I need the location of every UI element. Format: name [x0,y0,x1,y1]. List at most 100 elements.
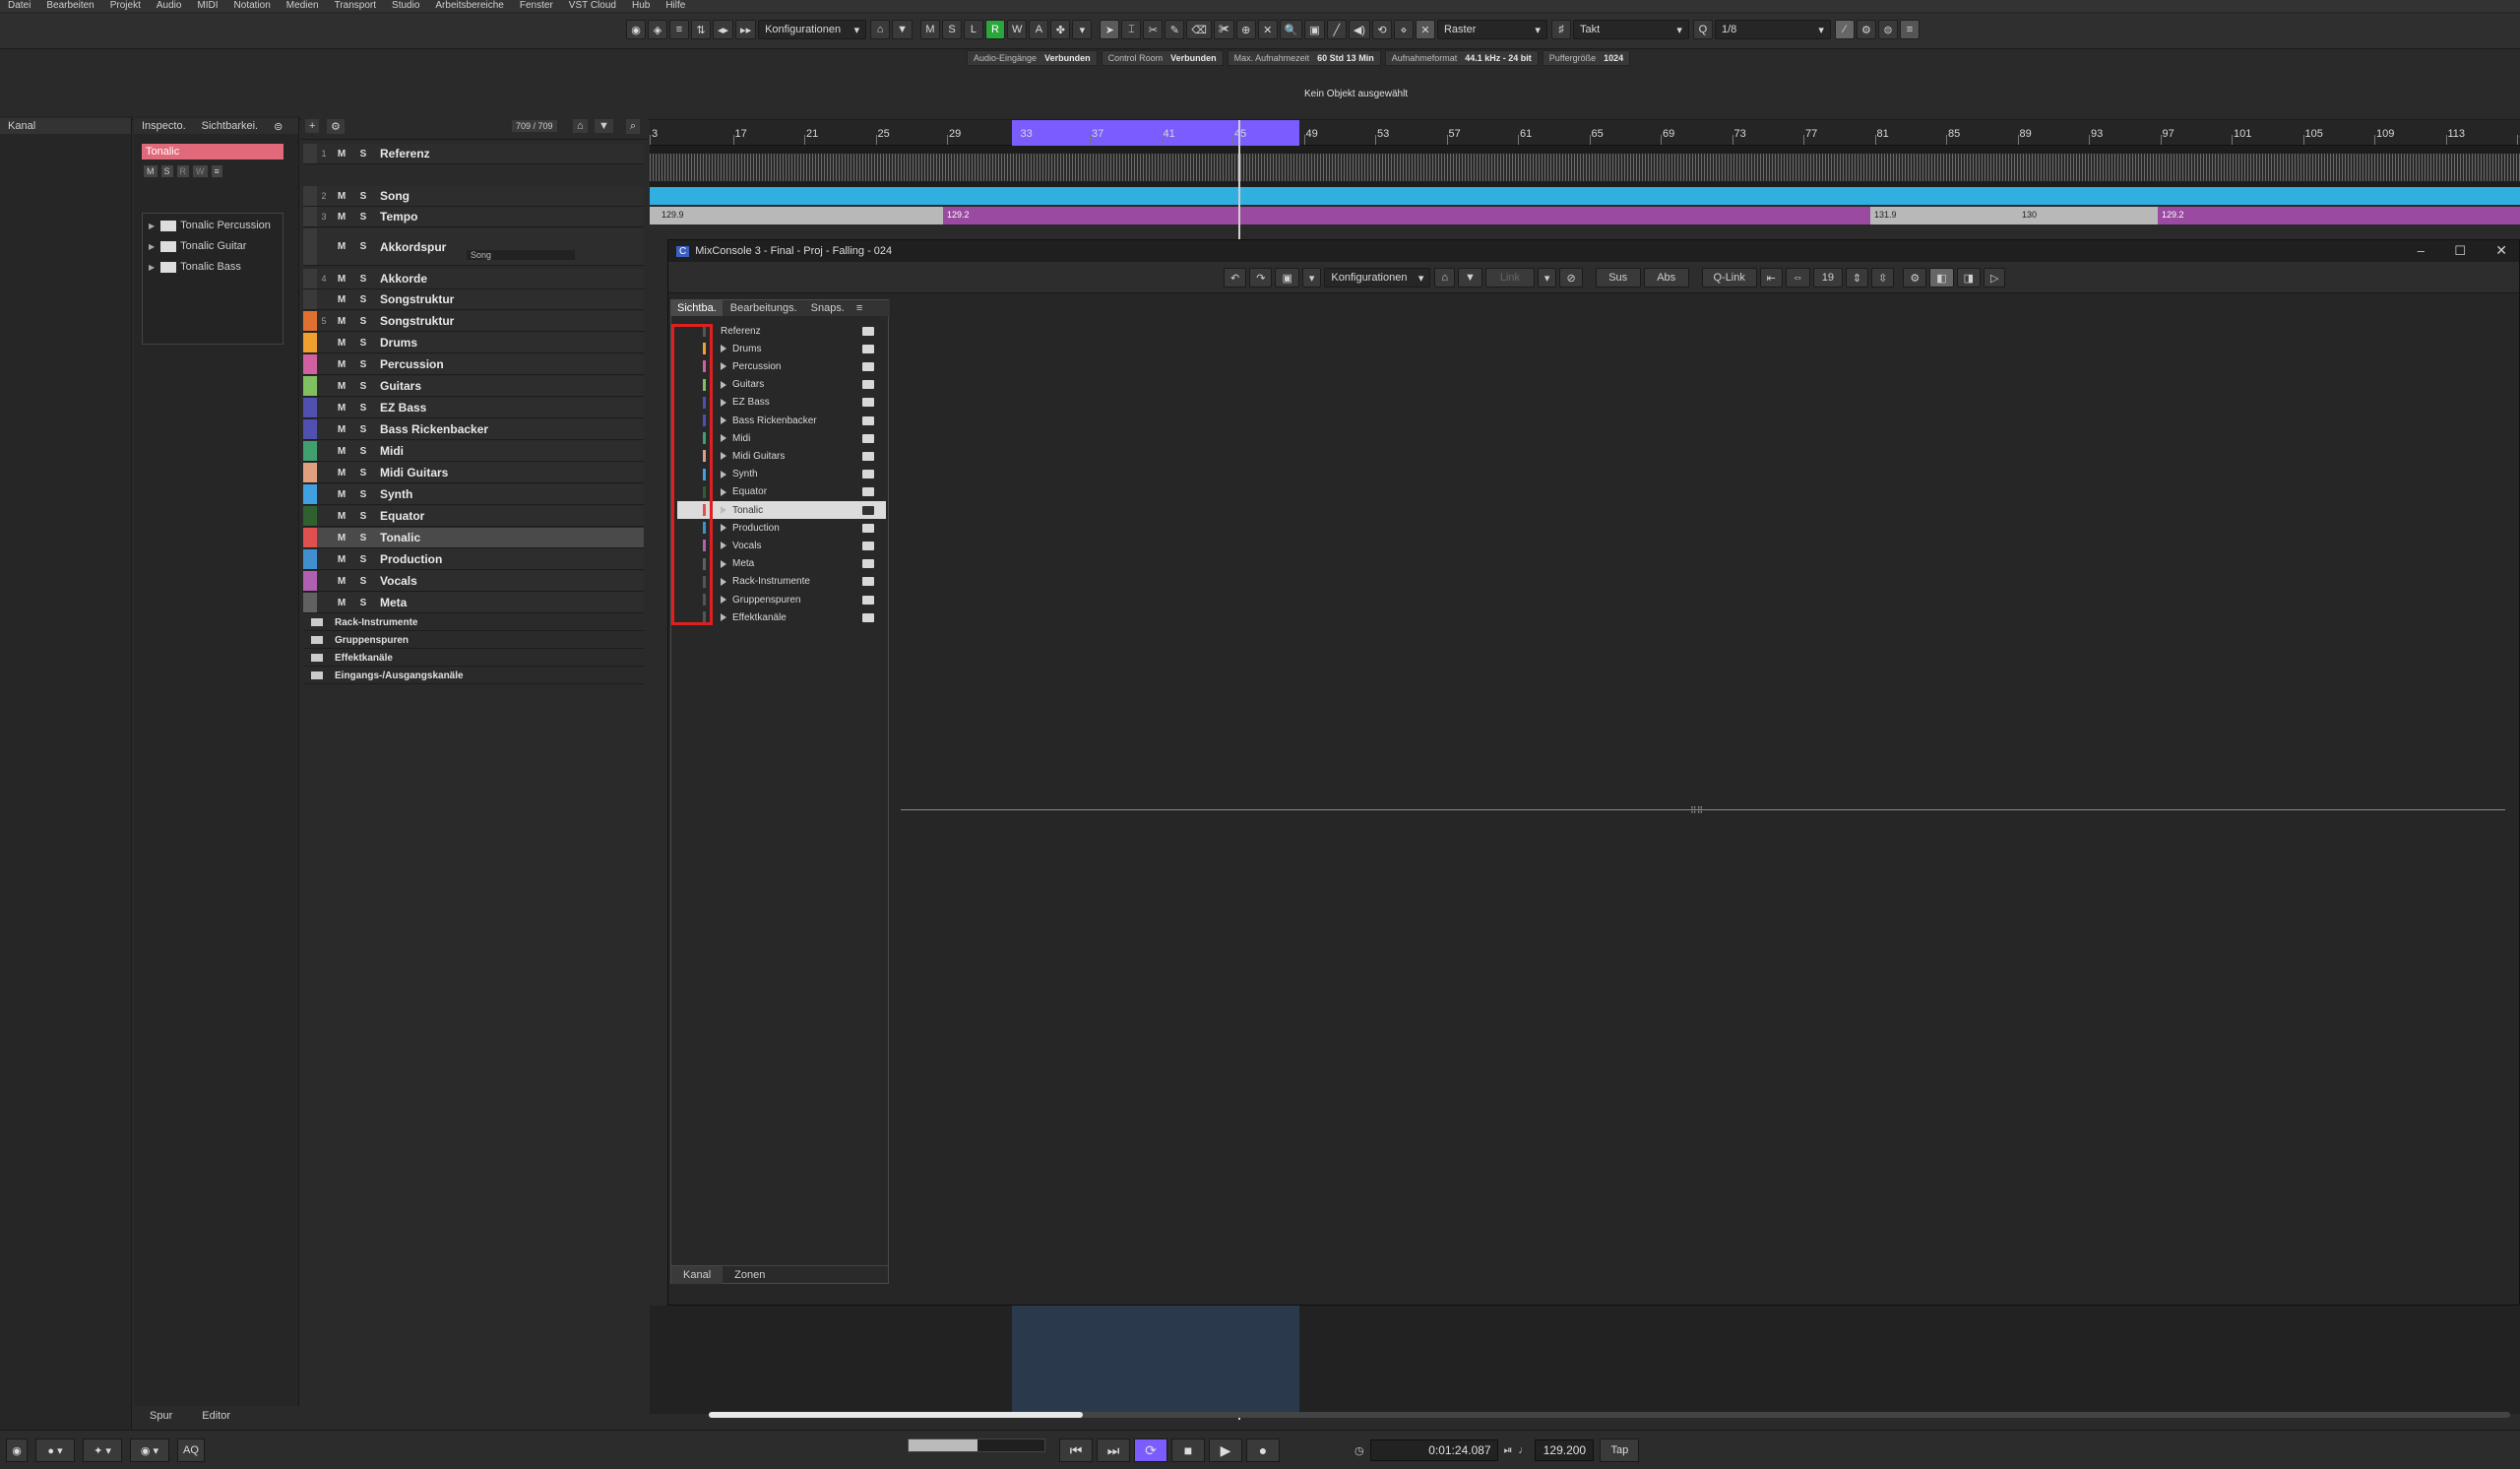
folder-icon[interactable] [862,398,874,408]
expand-triangle-icon[interactable] [721,470,726,479]
track-mute-button[interactable]: M [331,446,352,457]
track-name[interactable]: EZ Bass [380,401,426,415]
channel-width-icon[interactable]: ⇔ [1785,268,1810,287]
folder-icon[interactable] [862,433,874,443]
mixconsole-configurations-dropdown[interactable]: Konfigurationen ▾ [1324,268,1431,287]
abs-button[interactable]: Abs [1643,268,1689,287]
folder-icon[interactable] [862,541,874,550]
visibility-item[interactable]: EZ Bass [677,394,886,412]
visibility-item[interactable]: Effektkanäle [677,608,886,626]
track-name[interactable]: Meta [380,596,407,609]
track-solo-button[interactable]: S [352,511,374,522]
track-name[interactable]: Vocals [380,574,417,588]
autoscroll-icon[interactable]: ⇅ [691,20,711,39]
tab-kanal[interactable]: Kanal [671,1265,724,1284]
warp-tool-icon[interactable]: ⟲ [1371,20,1392,39]
chord-track-source[interactable]: Song [467,250,575,260]
track-mute-button[interactable]: M [331,274,352,285]
line-tool-icon[interactable]: ╱ [1326,20,1347,39]
track-name[interactable]: Percussion [380,357,444,371]
expand-triangle-icon[interactable] [721,613,726,622]
snapshot-dropdown-icon[interactable]: ▾ [1301,268,1322,287]
quantize-dropdown[interactable]: 1/8 ▾ [1714,20,1831,39]
inspector-menu-icon[interactable]: ⊜ [266,120,290,133]
folder-icon[interactable] [862,505,874,515]
tempo-lane[interactable]: 129.9 129.2 131.9 130 129.2 [650,207,2520,224]
constrain-delay-button[interactable]: ◈ [648,20,667,39]
track-mute-button[interactable]: M [331,294,352,305]
track-name[interactable]: Synth [380,487,412,501]
folder-icon[interactable] [862,577,874,587]
track-row[interactable]: M S Bass Rickenbacker [303,419,644,440]
track-solo-button[interactable]: S [352,191,374,202]
visibility-item[interactable]: Synth [677,466,886,483]
quantize-apply-icon[interactable]: ⚙ [1856,20,1876,39]
track-name[interactable]: Equator [380,509,424,523]
record-mode-icon[interactable]: ● ▾ [35,1438,75,1462]
track-name[interactable]: Gruppenspuren [335,635,409,646]
track-row[interactable]: M S Midi [303,441,644,462]
metronome-icon[interactable]: ♩ [1518,1444,1529,1456]
toolbar-solo-button[interactable]: S [941,20,962,39]
sus-button[interactable]: Sus [1595,268,1641,287]
inspector-folder-item[interactable]: ▶ Tonalic Percussion [149,220,283,231]
toolbar-write-automation-button[interactable]: W [1006,20,1028,39]
menu-midi[interactable]: MIDI [197,0,218,12]
track-row[interactable]: M S Percussion [303,354,644,375]
menu-arbeitsbereiche[interactable]: Arbeitsbereiche [435,0,503,12]
tab-visibility[interactable]: Sichtba. [671,300,723,316]
raster-dropdown[interactable]: Raster ▾ [1436,20,1547,39]
visibility-item[interactable]: Bass Rickenbacker [677,412,886,429]
rack-height-icon[interactable]: ⇕ [1845,268,1869,287]
track-row[interactable]: M S Guitars [303,376,644,397]
quantize-settings-icon[interactable]: ⊜ [1877,20,1898,39]
tab-visibility[interactable]: Sichtbarkei. [194,120,266,132]
track-name[interactable]: Guitars [380,379,421,393]
menu-vst-cloud[interactable]: VST Cloud [569,0,616,12]
track-solo-button[interactable]: S [352,554,374,565]
track-name[interactable]: Tonalic [380,531,420,544]
track-row[interactable]: M S Production [303,549,644,570]
left-zone-toggle-icon[interactable]: ◧ [1929,268,1954,287]
timeline-ruler[interactable]: 3 17 21 25 29 33 37 41 45 49 53 57 61 65 69 73 77 81 85 89 9… [650,120,2520,146]
track-row[interactable]: M S Akkordspur Song [303,228,644,266]
track-mute-button[interactable]: M [331,424,352,435]
channel-type-filter-icon[interactable]: ⌂ [1434,268,1456,287]
qlink-button[interactable]: Q-Link [1701,268,1757,287]
left-zone-menu-icon[interactable]: ≡ [850,302,868,314]
track-solo-button[interactable]: S [352,316,374,327]
track-row[interactable]: M S Vocals [303,571,644,592]
inspector-folder-item[interactable]: ▶ Tonalic Bass [149,261,283,273]
track-name[interactable]: Akkorde [380,272,427,286]
track-mute-button[interactable]: M [331,191,352,202]
cycle-rec-icon[interactable]: ◉ ▾ [130,1438,169,1462]
track-mute-button[interactable]: M [331,533,352,543]
toolbar-mute-button[interactable]: M [919,20,940,39]
punch-icon[interactable]: ✦ ▾ [83,1438,122,1462]
folder-icon[interactable] [862,361,874,371]
menu-notation[interactable]: Notation [234,0,271,12]
visibility-item[interactable]: Tonalic [677,501,886,519]
track-row[interactable]: M S Synth [303,484,644,505]
tab-spur[interactable]: Spur [150,1410,172,1422]
horizontal-scrollbar[interactable] [709,1412,2510,1418]
filter-icon[interactable]: ▼ [892,20,913,39]
divider-handle-icon[interactable]: ⠿⠿ [1690,805,1703,816]
pin-icon[interactable] [862,326,874,336]
stepper-icon[interactable]: ⇳ [1871,268,1895,287]
track-name[interactable]: Midi [380,444,404,458]
tap-tempo-button[interactable]: Tap [1600,1438,1640,1462]
folder-icon[interactable] [862,487,874,497]
track-row[interactable]: M S Drums [303,333,644,353]
link-dropdown-icon[interactable]: ▾ [1537,268,1557,287]
range-tool-icon[interactable]: ⌶ [1121,20,1142,39]
track-row[interactable]: M S Equator [303,506,644,527]
minimize-icon[interactable]: – [2418,243,2425,258]
menu-studio[interactable]: Studio [392,0,419,12]
expand-triangle-icon[interactable] [721,596,726,604]
undo-icon[interactable]: ↶ [1224,268,1247,287]
track-solo-button[interactable]: S [352,533,374,543]
sync-icon[interactable]: ⏯ [1504,1444,1513,1457]
track-mute-button[interactable]: M [331,554,352,565]
track-name[interactable]: Referenz [380,147,430,160]
